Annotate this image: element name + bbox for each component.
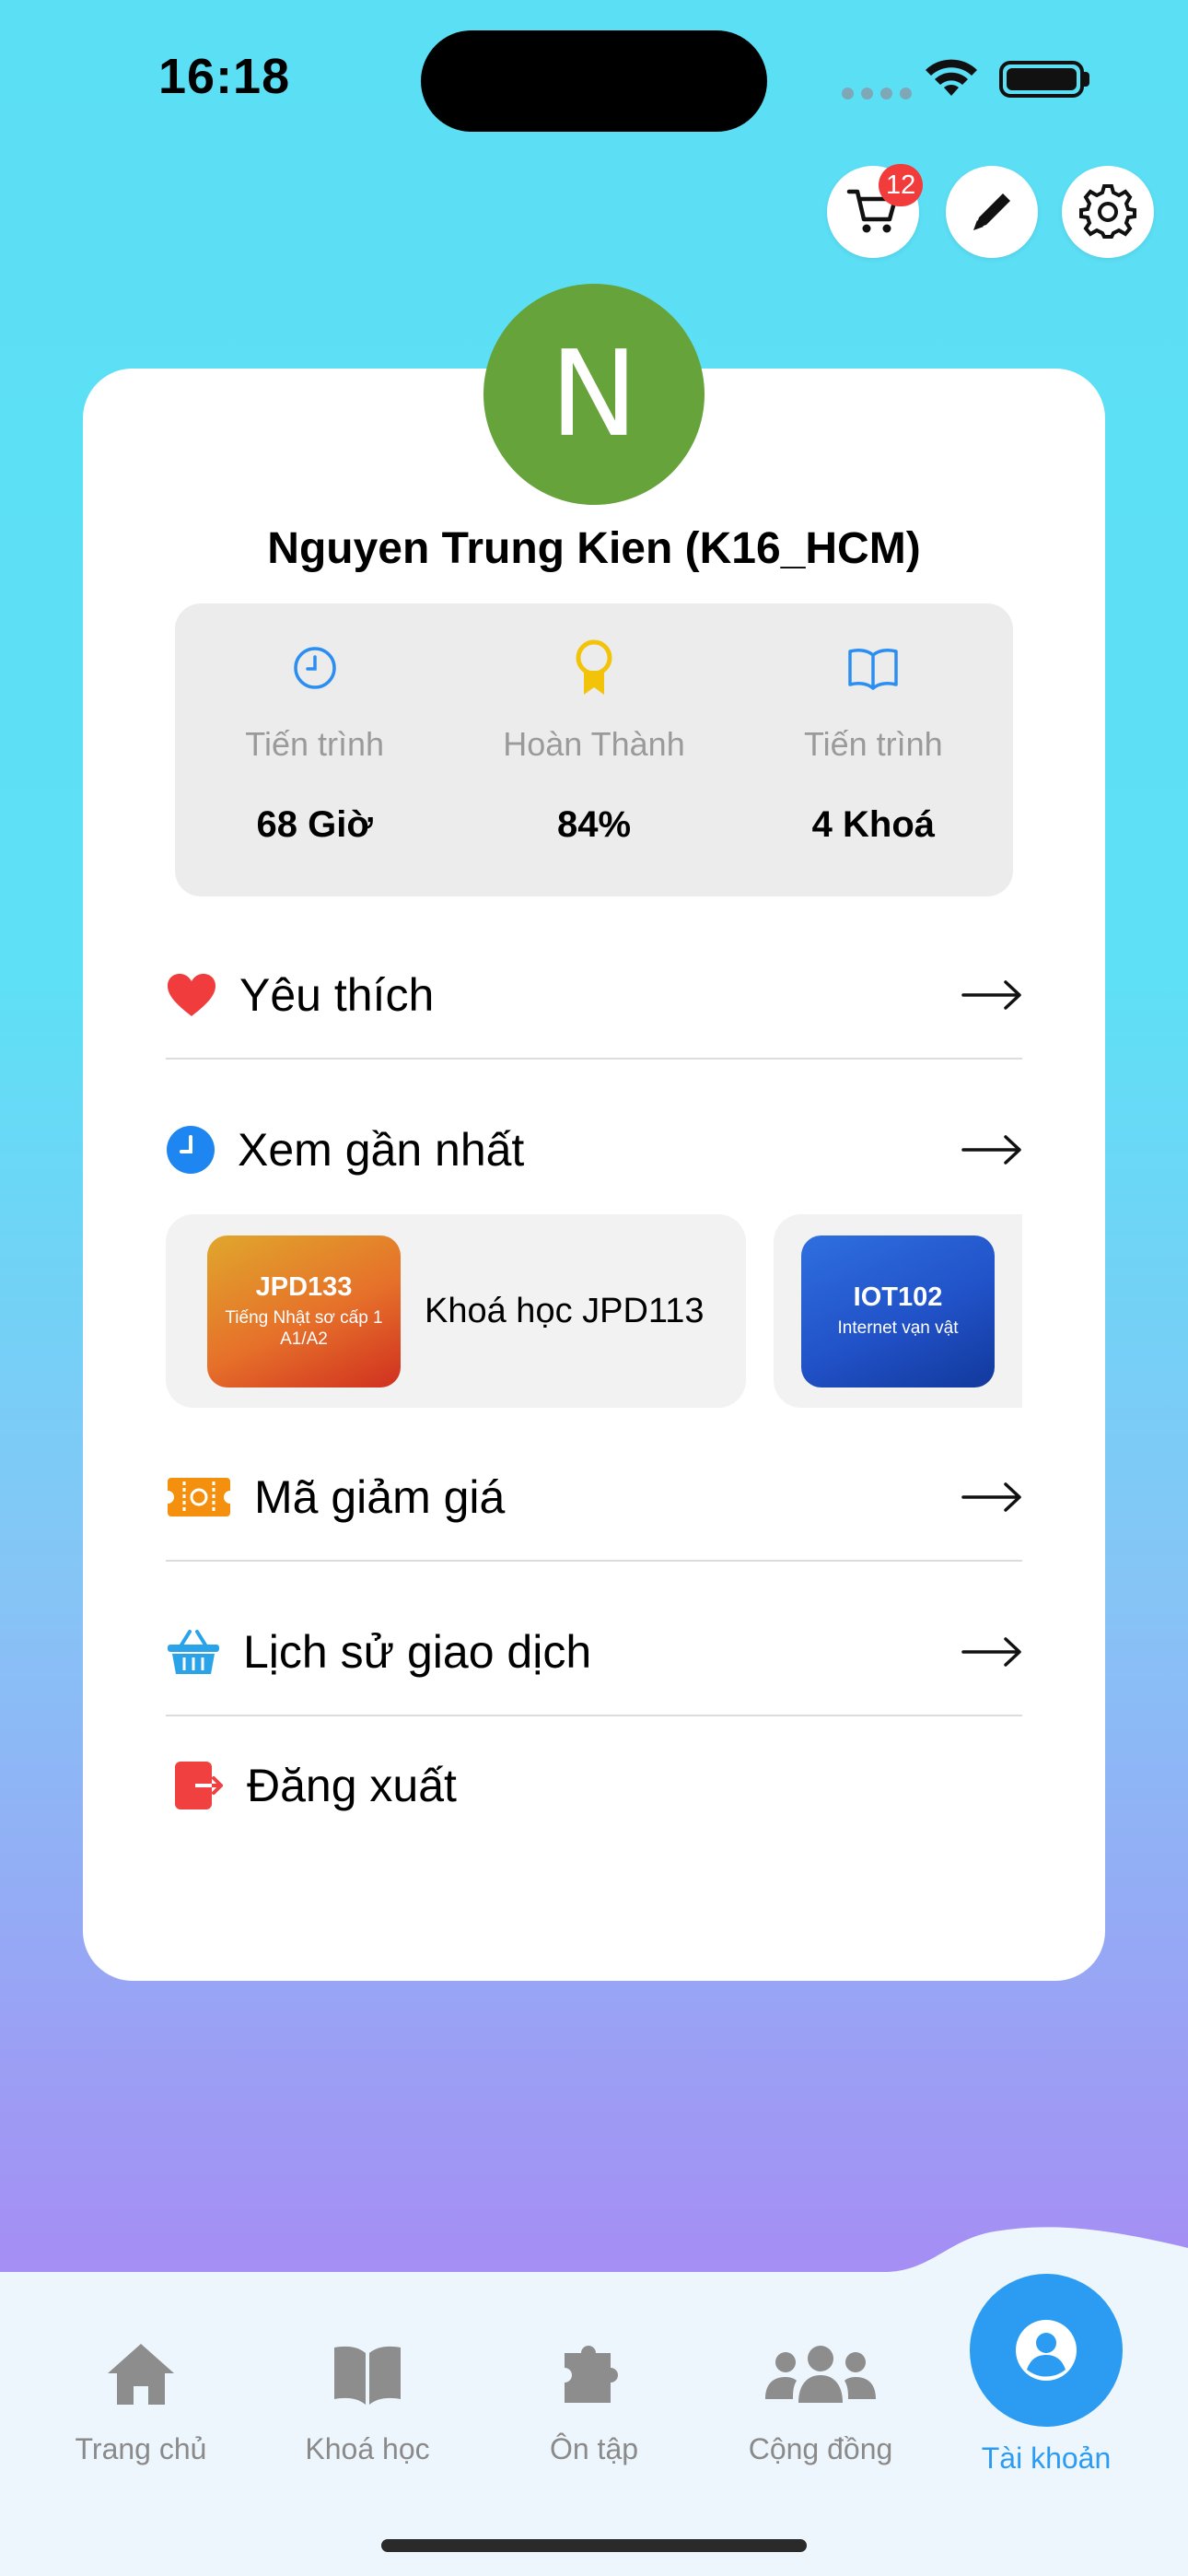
clock-icon: [293, 647, 336, 689]
divider: [166, 1058, 1022, 1060]
award-icon: [576, 639, 612, 695]
nav-courses[interactable]: Khoá học: [262, 2340, 473, 2466]
course-code: JPD133: [255, 1271, 353, 1302]
divider: [166, 1560, 1022, 1562]
logout-icon: [175, 1762, 223, 1809]
book-open-icon: [334, 2346, 401, 2405]
battery-icon: [999, 61, 1084, 98]
nav-account[interactable]: [970, 2274, 1123, 2427]
arrow-right-icon: [961, 1135, 1021, 1165]
stat-completion: Hoàn Thành 84%: [454, 603, 733, 896]
course-title: Khoá học JPD113: [425, 1291, 705, 1330]
stat-courses: Tiến trình 4 Khoá: [734, 603, 1013, 896]
course-subtitle: Tiếng Nhật sơ cấp 1 A1/A2: [225, 1307, 383, 1349]
nav-community-label: Cộng đồng: [748, 2432, 893, 2465]
course-code: IOT102: [853, 1282, 943, 1313]
user-name: Nguyen Trung Kien (K16_HCM): [267, 524, 921, 573]
stat-value: 84%: [556, 804, 632, 845]
stat-label: Tiến trình: [803, 725, 943, 763]
nav-review[interactable]: Ôn tập: [488, 2340, 700, 2466]
nav-courses-label: Khoá học: [305, 2432, 430, 2465]
edit-profile-button[interactable]: [946, 166, 1038, 258]
nav-home[interactable]: Trang chủ: [35, 2340, 247, 2466]
menu-favorites[interactable]: Yêu thích: [166, 944, 1022, 1046]
nav-community[interactable]: Cộng đồng: [715, 2340, 926, 2466]
puzzle-icon: [565, 2346, 618, 2403]
users-icon: [765, 2346, 876, 2403]
divider: [166, 1715, 1022, 1716]
status-time: 16:18: [158, 49, 291, 104]
cellular-signal-icon: [842, 88, 912, 100]
stat-value: 4 Khoá: [811, 804, 935, 845]
book-icon: [848, 649, 899, 690]
user-circle-icon: [1016, 2320, 1077, 2381]
cart-badge: 12: [879, 164, 924, 206]
stat-label: Hoàn Thành: [503, 725, 685, 763]
stats-panel: Tiến trình 68 Giờ Hoàn Thành 84% Tiến tr…: [175, 603, 1013, 896]
menu-recent[interactable]: Xem gần nhất: [166, 1099, 1022, 1200]
pencil-icon: [973, 193, 1010, 230]
clock-filled-icon: [167, 1126, 215, 1174]
recent-course-card[interactable]: JPD133 Tiếng Nhật sơ cấp 1 A1/A2 Khoá họ…: [166, 1214, 746, 1408]
menu-coupons-label: Mã giảm giá: [254, 1471, 506, 1523]
course-thumbnail: JPD133 Tiếng Nhật sơ cấp 1 A1/A2: [207, 1235, 401, 1388]
arrow-right-icon: [961, 1637, 1021, 1667]
dynamic-island: [421, 30, 767, 132]
gear-icon: [1079, 184, 1136, 239]
home-icon: [108, 2344, 174, 2405]
course-thumbnail: IOT102 Internet vạn vật: [801, 1235, 995, 1388]
avatar[interactable]: N: [483, 284, 705, 505]
menu-favorites-label: Yêu thích: [239, 969, 435, 1021]
recent-course-card[interactable]: IOT102 Internet vạn vật: [774, 1214, 1022, 1408]
menu-transactions[interactable]: Lịch sử giao dịch: [166, 1601, 1022, 1703]
heart-icon: [168, 974, 215, 1016]
menu-logout-label: Đăng xuất: [247, 1760, 457, 1811]
course-subtitle: Internet vạn vật: [837, 1318, 959, 1339]
arrow-right-icon: [961, 980, 1021, 1010]
menu-logout[interactable]: Đăng xuất: [166, 1735, 1022, 1836]
recent-courses-carousel[interactable]: JPD133 Tiếng Nhật sơ cấp 1 A1/A2 Khoá họ…: [166, 1214, 1022, 1408]
stat-label: Tiến trình: [245, 725, 385, 763]
nav-review-label: Ôn tập: [549, 2432, 639, 2465]
arrow-right-icon: [961, 1482, 1021, 1512]
nav-home-label: Trang chủ: [75, 2432, 207, 2465]
menu-transactions-label: Lịch sử giao dịch: [243, 1626, 592, 1678]
menu-coupons[interactable]: Mã giảm giá: [166, 1446, 1022, 1548]
stat-value: 68 Giờ: [256, 804, 373, 845]
wifi-icon: [926, 59, 977, 96]
menu-recent-label: Xem gần nhất: [238, 1124, 525, 1176]
ticket-icon: [166, 1478, 232, 1516]
basket-icon: [168, 1630, 219, 1674]
nav-account-label: Tài khoản: [981, 2441, 1112, 2475]
settings-button[interactable]: [1062, 166, 1154, 258]
home-indicator: [381, 2539, 807, 2552]
stat-progress-hours: Tiến trình 68 Giờ: [175, 603, 454, 896]
